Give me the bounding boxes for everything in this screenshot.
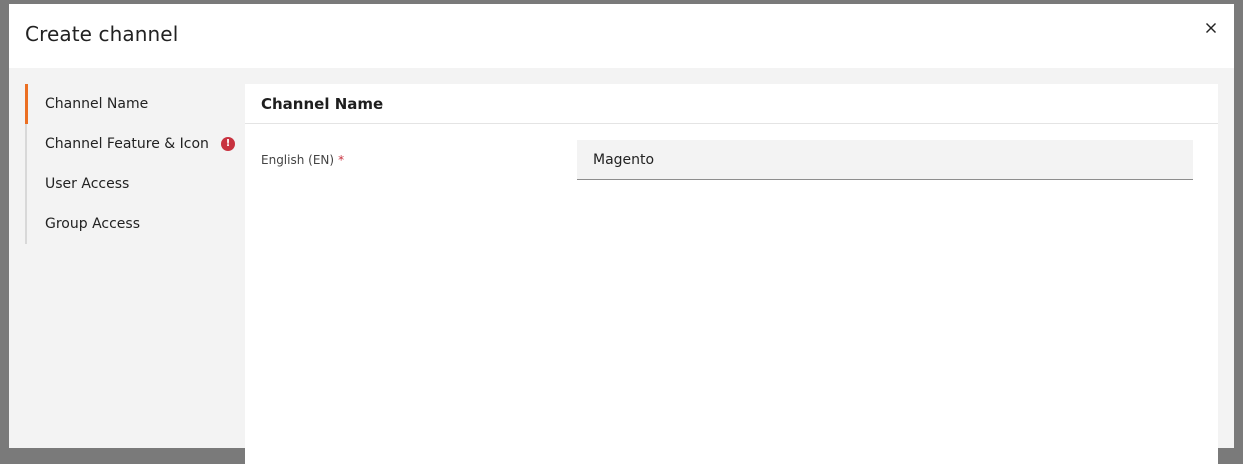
sidebar-item-channel-name[interactable]: Channel Name [25, 84, 235, 124]
exclamation-circle-icon: ! [221, 137, 235, 151]
sidebar-item-label: Group Access [45, 216, 140, 232]
sidebar-item-user-access[interactable]: User Access [25, 164, 235, 204]
channel-name-english-input[interactable] [577, 140, 1193, 180]
modal-body: Channel Name Channel Feature & Icon ! Us… [9, 68, 1234, 464]
sidebar-nav: Channel Name Channel Feature & Icon ! Us… [25, 84, 235, 244]
required-indicator: * [338, 153, 345, 167]
create-channel-modal: Create channel Channel Name Channel Feat… [9, 4, 1234, 464]
content-panel: Channel Name English (EN) * [245, 84, 1218, 464]
sidebar-item-label: Channel Name [45, 96, 149, 112]
close-icon [1206, 23, 1216, 33]
close-button[interactable] [1201, 18, 1221, 38]
sidebar-item-group-access[interactable]: Group Access [25, 204, 235, 244]
sidebar-item-label: Channel Feature & Icon [45, 136, 209, 152]
section-title: Channel Name [261, 94, 384, 113]
sidebar-item-label: User Access [45, 176, 130, 192]
field-label: English (EN) * [261, 153, 344, 167]
field-label-text: English (EN) [261, 153, 335, 167]
section-header: Channel Name [245, 84, 1218, 124]
form-field-row: English (EN) * [245, 124, 1218, 196]
modal-header: Create channel [9, 4, 1234, 68]
sidebar-item-channel-feature-icon[interactable]: Channel Feature & Icon ! [25, 124, 235, 164]
modal-title: Create channel [25, 22, 179, 46]
